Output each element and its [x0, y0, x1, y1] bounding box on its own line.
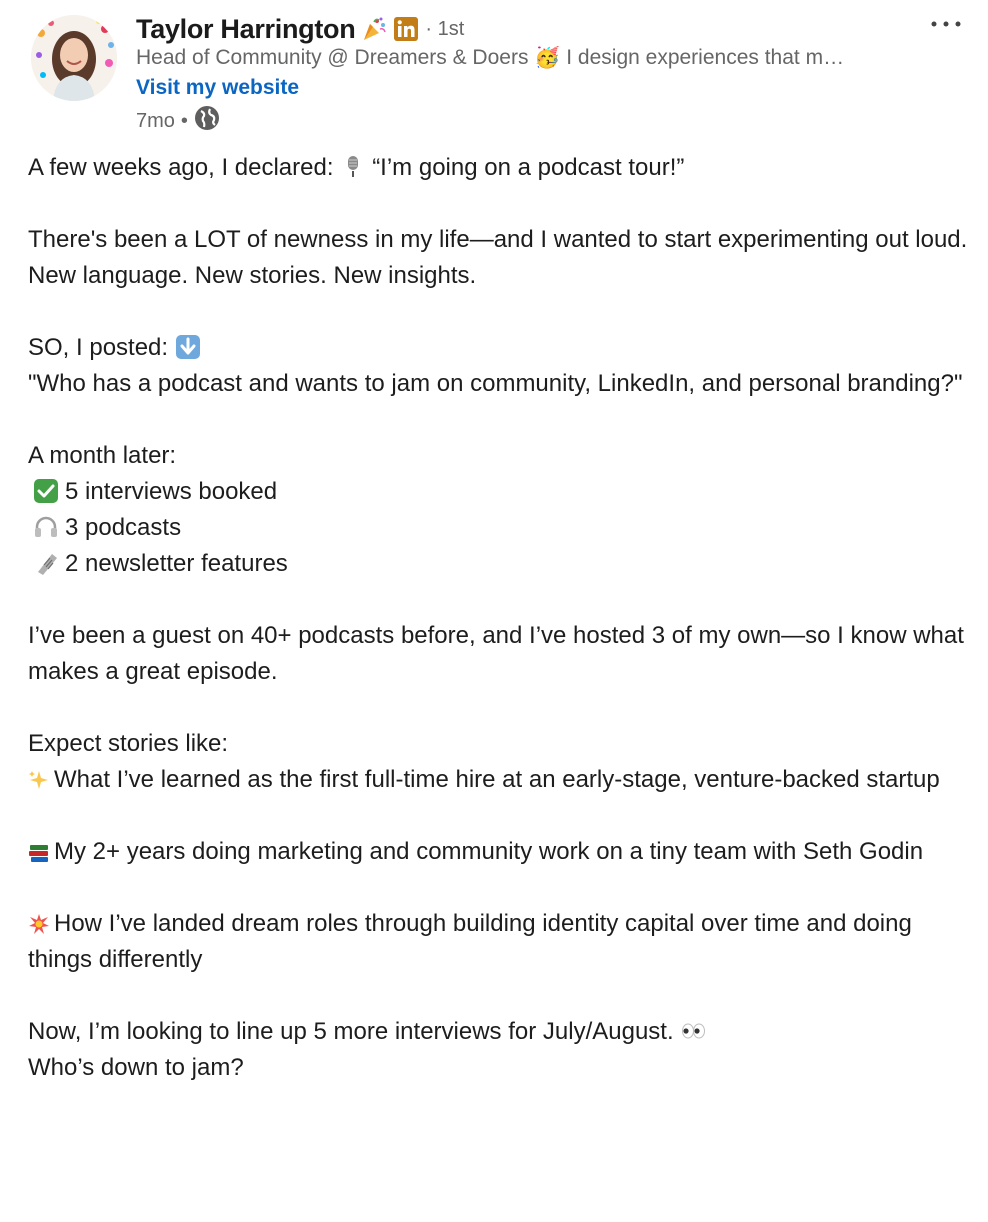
list-item: 5 interviews booked — [28, 474, 968, 510]
linkedin-icon — [393, 16, 419, 42]
post-meta: 7mo • — [136, 105, 220, 137]
microphone-icon — [340, 154, 366, 180]
post-body: A few weeks ago, I declared: “I’m going … — [28, 150, 968, 1086]
post-time: 7mo — [136, 109, 175, 132]
meta-separator: • — [180, 109, 188, 132]
story-2: My 2+ years doing marketing and communit… — [28, 834, 968, 870]
paragraph-3b: "Who has a podcast and wants to jam on c… — [28, 370, 963, 397]
paragraph-7b: Who’s down to jam? — [28, 1054, 244, 1081]
paragraph-4: A month later: — [28, 442, 177, 469]
more-options-button[interactable] — [928, 12, 964, 36]
headphones-icon — [33, 514, 59, 540]
author-name-row: Taylor Harrington · 1st — [136, 12, 464, 46]
newspaper-icon — [33, 550, 59, 576]
paragraph-3a: SO, I posted: — [28, 330, 968, 366]
ellipsis-icon — [931, 21, 961, 27]
globe-icon — [194, 105, 220, 137]
paragraph-7a: Now, I’m looking to line up 5 more inter… — [28, 1014, 968, 1050]
paragraph-5: I’ve been a guest on 40+ podcasts before… — [28, 622, 964, 685]
author-avatar[interactable] — [31, 15, 117, 101]
eyes-icon — [680, 1018, 706, 1044]
story-3: How I’ve landed dream roles through buil… — [28, 910, 912, 973]
linkedin-post: Taylor Harrington · 1st Head of Communit… — [0, 0, 988, 1222]
story-1: What I’ve learned as the first full-time… — [28, 762, 968, 798]
paragraph-2: There's been a LOT of newness in my life… — [28, 226, 968, 289]
check-mark-icon — [33, 478, 59, 504]
post-header: Taylor Harrington · 1st Head of Communit… — [28, 12, 968, 137]
connection-degree: · 1st — [425, 17, 465, 40]
paragraph-6: Expect stories like: — [28, 730, 229, 757]
visit-website-link[interactable]: Visit my website — [136, 76, 299, 100]
paragraph-1: A few weeks ago, I declared: “I’m going … — [28, 154, 685, 181]
author-headline: Head of Community @ Dreamers & Doers 🥳 I… — [136, 46, 845, 69]
party-popper-icon — [361, 16, 387, 42]
sparkles-icon — [28, 766, 50, 789]
down-arrow-icon — [175, 334, 201, 360]
author-name[interactable]: Taylor Harrington — [136, 14, 356, 45]
books-icon — [28, 838, 50, 862]
list-item: 2 newsletter features — [28, 546, 968, 582]
collision-icon — [28, 910, 50, 934]
list-item: 3 podcasts — [28, 510, 968, 546]
